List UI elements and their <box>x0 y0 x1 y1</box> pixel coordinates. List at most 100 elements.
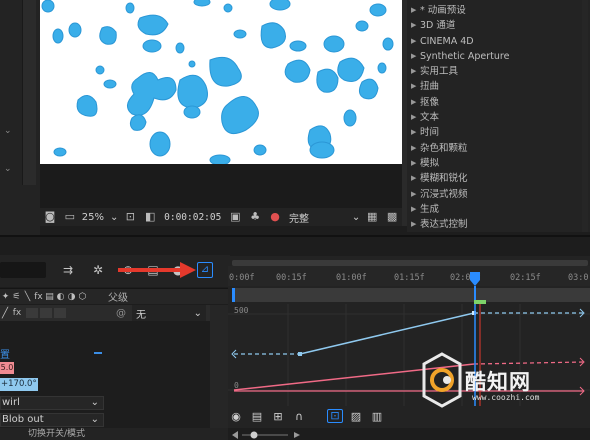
camera-icon[interactable]: ▣ <box>228 211 242 223</box>
effects-category-item[interactable]: ▶ 杂色和颗粒 <box>407 141 590 156</box>
quality-switch-icon[interactable]: ╲ <box>22 292 33 302</box>
lock-icon[interactable]: ⚟ <box>11 292 22 302</box>
pink-property-value[interactable]: 5.0 <box>0 362 14 374</box>
graph-editor-toggle-icon[interactable]: ⊿ <box>197 262 213 278</box>
effects-category-label: 模糊和锐化 <box>420 173 468 185</box>
parent-select[interactable]: 无 ⌄ <box>132 305 206 321</box>
blue-curve[interactable] <box>231 308 585 359</box>
switch-box[interactable] <box>54 308 66 318</box>
expand-triangle-icon[interactable]: ▶ <box>411 171 420 186</box>
quality-select[interactable]: 完整 ⌄ <box>287 210 362 225</box>
solo-icon[interactable]: ✦ <box>0 292 11 302</box>
layer-row[interactable]: ╱ fx @ 无 ⌄ <box>0 305 210 321</box>
effects-category-item[interactable]: ▶ 抠像 <box>407 95 590 110</box>
expand-triangle-icon[interactable]: ▶ <box>411 217 420 232</box>
effects-category-item[interactable]: ▶ 表达式控制 <box>407 217 590 232</box>
layer-columns-header: ✦ ⚟ ╲ fx ▤ ◐ ◑ ⬡ 父级 <box>0 288 230 304</box>
fx-icon[interactable]: fx <box>33 292 44 302</box>
expand-triangle-icon[interactable]: ▶ <box>411 64 420 79</box>
chevron-down-icon[interactable]: ⌄ <box>4 164 14 174</box>
twirl-select[interactable]: wirl ⌄ <box>0 396 104 410</box>
expand-triangle-icon[interactable]: ▶ <box>411 79 420 94</box>
left-panel-top: ⌄ ⌄ <box>0 0 40 235</box>
effects-category-label: CINEMA 4D <box>420 35 474 47</box>
watermark: 酷知网 www.coozhi.com <box>420 352 590 408</box>
separate-dimensions-icon[interactable]: ▥ <box>369 410 385 423</box>
snapping-icon[interactable]: ∩ <box>291 410 307 423</box>
fast-preview-icon[interactable]: ▦ <box>365 211 379 223</box>
current-timecode[interactable]: 0:00:02:05 <box>164 212 221 223</box>
comp-mini-flowchart-icon[interactable]: ⇉ <box>60 262 76 278</box>
effects-category-item[interactable]: ▶ 模糊和锐化 <box>407 171 590 186</box>
draft-3d-icon[interactable]: ✲ <box>90 262 106 278</box>
watermark-title: 酷知网 <box>465 370 531 394</box>
switch-box[interactable] <box>26 308 38 318</box>
zoom-select[interactable]: 25% ⌄ <box>80 212 121 223</box>
expand-triangle-icon[interactable]: ▶ <box>411 110 420 125</box>
fit-selection-icon[interactable]: ⊡ <box>327 409 343 423</box>
3d-layer-icon[interactable]: ⬡ <box>77 292 88 302</box>
eye-icon[interactable]: ◉ <box>228 410 244 423</box>
frame-blend-switch-icon[interactable]: ▤ <box>44 292 55 302</box>
blue-property-value[interactable]: +170.0° <box>0 378 38 391</box>
effects-category-item[interactable]: ▶ 扭曲 <box>407 79 590 94</box>
composition-canvas[interactable] <box>40 0 402 164</box>
effects-category-item[interactable]: ▶ Synthetic Aperture <box>407 49 590 64</box>
effects-category-item[interactable]: ▶ 沉浸式视频 <box>407 187 590 202</box>
monitor-icon[interactable]: ▭ <box>63 211 77 223</box>
effects-category-item[interactable]: ▶ 实用工具 <box>407 64 590 79</box>
properties-scrollbar[interactable] <box>210 305 228 433</box>
expand-triangle-icon[interactable]: ▶ <box>411 49 420 64</box>
grid-icon[interactable]: ▩ <box>385 211 399 223</box>
effects-category-item[interactable]: ▶ 模拟 <box>407 156 590 171</box>
fit-all-icon[interactable]: ▨ <box>348 410 364 423</box>
effects-scrollbar[interactable] <box>582 0 588 232</box>
effects-category-item[interactable]: ▶ 生成 <box>407 202 590 217</box>
expand-triangle-icon[interactable]: ▶ <box>411 3 420 18</box>
left-scrollbar[interactable] <box>22 0 36 185</box>
effects-category-item[interactable]: ▶ * 动画预设 <box>407 3 590 18</box>
toggle-switches-modes[interactable]: 切换开关/模式 <box>0 428 230 440</box>
graph-options-icon[interactable]: ▤ <box>249 410 265 423</box>
quality-switch-icon[interactable]: ╱ <box>0 308 10 319</box>
expand-triangle-icon[interactable]: ▶ <box>411 125 420 140</box>
expand-triangle-icon[interactable]: ▶ <box>411 187 420 202</box>
show-snapshot-icon[interactable]: ♣ <box>248 211 262 223</box>
expand-triangle-icon[interactable]: ▶ <box>411 156 420 171</box>
expand-triangle-icon[interactable]: ▶ <box>411 18 420 33</box>
effects-category-item[interactable]: ▶ 文本 <box>407 110 590 125</box>
chevron-down-icon[interactable]: ⌄ <box>4 126 14 136</box>
effects-category-item[interactable]: ▶ 3D 通道 <box>407 18 590 33</box>
effects-category-label: 沉浸式视频 <box>420 188 468 200</box>
expand-triangle-icon[interactable]: ▶ <box>411 202 420 217</box>
expand-triangle-icon[interactable]: ▶ <box>411 141 420 156</box>
panel-divider[interactable] <box>0 235 590 237</box>
effects-presets-panel: ▶ * 动画预设 ▶ 3D 通道 ▶ CINEMA 4D ▶ Synthetic Apertu… <box>407 0 590 232</box>
pickwhip-icon[interactable]: @ <box>116 308 126 319</box>
chevron-down-icon: ⌄ <box>193 307 202 319</box>
work-area-end-marker[interactable] <box>474 300 486 304</box>
keyframe[interactable] <box>298 352 302 356</box>
switch-box[interactable] <box>40 308 52 318</box>
effects-category-item[interactable]: ▶ 时间 <box>407 125 590 140</box>
always-preview-icon[interactable]: ◙ <box>43 211 57 223</box>
effects-category-label: 生成 <box>420 203 440 215</box>
zoom-slider[interactable] <box>228 428 590 440</box>
fx-icon[interactable]: fx <box>10 308 24 318</box>
transparency-grid-icon[interactable]: ◧ <box>143 211 157 223</box>
comp-navigator-bar[interactable] <box>232 260 588 266</box>
blob-out-select[interactable]: Blob out ⌄ <box>0 413 104 427</box>
color-channels-icon[interactable]: ● <box>268 211 282 223</box>
ruler-label: 02:15f <box>510 273 541 283</box>
region-of-interest-icon[interactable]: ⊡ <box>123 211 137 223</box>
transform-box-icon[interactable]: ⊞ <box>270 410 286 423</box>
chevron-down-icon: ⌄ <box>109 211 119 223</box>
expand-triangle-icon[interactable]: ▶ <box>411 34 420 49</box>
timeline-search-input[interactable] <box>0 262 46 278</box>
coozhi-logo-icon <box>422 352 462 408</box>
motion-blur-switch-icon[interactable]: ◐ <box>55 292 66 302</box>
adjustment-layer-icon[interactable]: ◑ <box>66 292 77 302</box>
expand-triangle-icon[interactable]: ▶ <box>411 95 420 110</box>
timeline-zoom-bar[interactable] <box>228 428 590 440</box>
effects-category-item[interactable]: ▶ CINEMA 4D <box>407 34 590 49</box>
